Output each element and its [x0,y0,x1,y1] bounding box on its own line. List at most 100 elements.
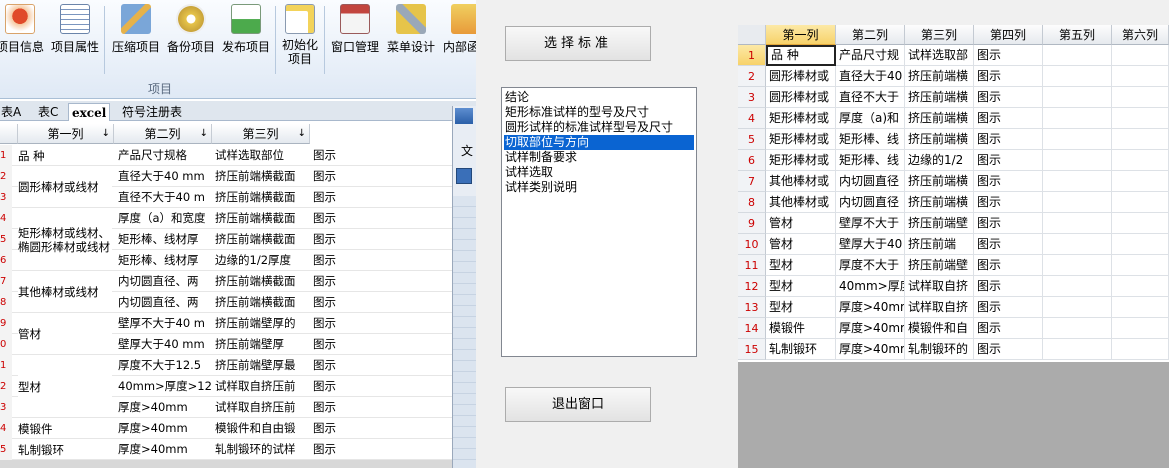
table-cell[interactable]: 圆形棒材或 [766,87,836,108]
merged-category-cell[interactable]: 模锻件 [18,419,112,438]
table-cell[interactable] [1112,108,1169,129]
table-cell[interactable]: 产品尺寸规 [836,45,905,66]
column-header-4[interactable]: 第四列 [974,25,1043,45]
table-cell[interactable]: 厚度>40mm [836,318,905,339]
table-cell[interactable]: 型材 [766,297,836,318]
table-cell[interactable]: 管材 [766,234,836,255]
table-cell[interactable]: 厚度不大于12.5 [118,355,212,376]
table-cell[interactable]: 挤压前端壁 [905,255,974,276]
table-row[interactable]: 10 管材 壁厚大于40 挤压前端 图示 [738,234,1169,255]
right-data-grid[interactable]: 第一列 第二列 第三列 第四列 第五列 第六列 1品 种产品尺寸规 试样选取部 图示 2 圆形棒材… [738,25,1169,468]
table-cell[interactable]: 厚度>40mm [836,297,905,318]
column-header-1[interactable]: 第一列 [766,25,836,45]
table-row[interactable]: 4 矩形棒材或 厚度（a)和 挤压前端横 图示 [738,108,1169,129]
row-header[interactable]: 10 [738,234,766,255]
table-cell[interactable]: 图示 [974,45,1043,66]
table-cell[interactable]: 轧制锻环的 [905,339,974,360]
table-cell[interactable]: 图示 [313,313,373,334]
table-cell[interactable]: 矩形棒材或 [766,129,836,150]
merged-category-cell[interactable]: 其他棒材或线材 [18,272,112,312]
select-standard-button[interactable]: 选择标准 [505,26,651,61]
table-cell[interactable] [1043,234,1112,255]
table-cell[interactable]: 厚度（a)和 [836,108,905,129]
column-header-3[interactable]: 第三列 ↓ [212,124,310,144]
table-cell[interactable]: 图示 [974,171,1043,192]
table-cell[interactable]: 图示 [974,234,1043,255]
table-cell[interactable]: 图示 [313,355,373,376]
file-menu[interactable]: 文 [461,142,473,159]
row-header[interactable]: 6 [738,150,766,171]
table-cell[interactable]: 挤压前端横 [905,66,974,87]
table-cell[interactable] [1043,255,1112,276]
table-cell[interactable]: 圆形棒材或 [766,66,836,87]
list-item[interactable]: 切取部位与方向 [503,134,695,151]
table-cell[interactable]: 直径不大于 [836,87,905,108]
row-header[interactable]: 5 [738,129,766,150]
table-cell[interactable]: 厚度>40mm [118,397,212,418]
table-cell[interactable]: 型材 [766,276,836,297]
table-cell[interactable]: 图示 [974,318,1043,339]
row-header[interactable]: 11 [738,255,766,276]
tab-excel[interactable]: excel [68,103,111,121]
table-cell[interactable]: 试样取自挤压前 [215,397,309,418]
table-cell[interactable]: 图示 [313,334,373,355]
table-cell[interactable]: 挤压前端横 [905,108,974,129]
table-row[interactable]: 11 型材 厚度不大于 挤压前端壁 图示 [738,255,1169,276]
section-listbox[interactable]: 结论 矩形标准试样的型号及尺寸 圆形试样的标准试样型号及尺寸 切取部位与方向 试样制备要… [501,87,697,357]
table-cell[interactable]: 直径大于40 mm [118,166,212,187]
table-cell[interactable]: 品 种 [766,45,836,66]
table-cell[interactable]: 壁厚大于40 mm [118,334,212,355]
row-header[interactable]: 15 [738,339,766,360]
row-header[interactable]: 14 [738,318,766,339]
table-cell[interactable]: 其他棒材或 [766,192,836,213]
table-cell[interactable]: 矩形棒、线材厚 [118,250,212,271]
table-row[interactable]: 6 矩形棒材或 矩形棒、线 边缘的1/2 图示 [738,150,1169,171]
table-cell[interactable] [1112,87,1169,108]
row-header[interactable]: 9 [738,213,766,234]
table-cell[interactable] [1043,87,1112,108]
table-cell[interactable] [1043,150,1112,171]
table-cell[interactable]: 图示 [974,66,1043,87]
table-cell[interactable]: 边缘的1/2 [905,150,974,171]
row-header[interactable]: 7 [738,171,766,192]
table-cell[interactable]: 挤压前端壁厚最 [215,355,309,376]
merged-category-cell[interactable]: 轧制锻环 [18,440,112,459]
table-cell[interactable]: 壁厚不大于40 m [118,313,212,334]
table-cell[interactable]: 挤压前端壁厚的 [215,313,309,334]
table-cell[interactable]: 管材 [766,213,836,234]
table-cell[interactable]: 矩形棒材或 [766,108,836,129]
table-cell[interactable]: 图示 [974,129,1043,150]
table-cell[interactable]: 挤压前端横截面 [215,271,309,292]
column-header-2[interactable]: 第二列 ↓ [114,124,212,144]
table-cell[interactable]: 壁厚大于40 [836,234,905,255]
child-window-edge[interactable]: 文 [452,106,476,468]
row-header[interactable]: 1 [738,45,766,66]
tab-sheet-a[interactable]: 表A [0,103,24,121]
merged-category-cell[interactable]: 型材 [18,356,112,417]
table-cell[interactable] [1043,276,1112,297]
table-cell[interactable] [1112,339,1169,360]
table-row[interactable]: 9 管材 壁厚不大于 挤压前端壁 图示 [738,213,1169,234]
save-icon[interactable] [456,168,472,184]
list-item[interactable]: 试样制备要求 [504,150,694,165]
table-row[interactable]: 15 轧制锻环 厚度>40mm 轧制锻环的 图示 [738,339,1169,360]
table-cell[interactable]: 直径大于40 [836,66,905,87]
table-cell[interactable]: 型材 [766,255,836,276]
internal-function-button[interactable]: 内部函 [439,2,476,72]
table-row[interactable]: 5 矩形棒材或 矩形棒、线 挤压前端横 图示 [738,129,1169,150]
window-manage-button[interactable]: 窗口管理 [328,2,382,72]
compress-project-button[interactable]: 压缩项目 [109,2,163,72]
table-cell[interactable]: 产品尺寸规格 [118,145,212,166]
tab-sheet-c[interactable]: 表C [35,103,61,121]
exit-window-button[interactable]: 退出窗口 [505,387,651,422]
table-cell[interactable]: 厚度>40mm [836,339,905,360]
table-cell[interactable]: 试样取自挤压前 [215,376,309,397]
table-cell[interactable]: 图示 [974,108,1043,129]
table-cell[interactable]: 挤压前端横 [905,171,974,192]
table-cell[interactable] [1112,150,1169,171]
grid-corner[interactable] [738,25,766,45]
table-cell[interactable] [1043,339,1112,360]
publish-project-button[interactable]: 发布项目 [219,2,273,72]
table-cell[interactable]: 轧制锻环 [766,339,836,360]
table-cell[interactable] [1043,318,1112,339]
